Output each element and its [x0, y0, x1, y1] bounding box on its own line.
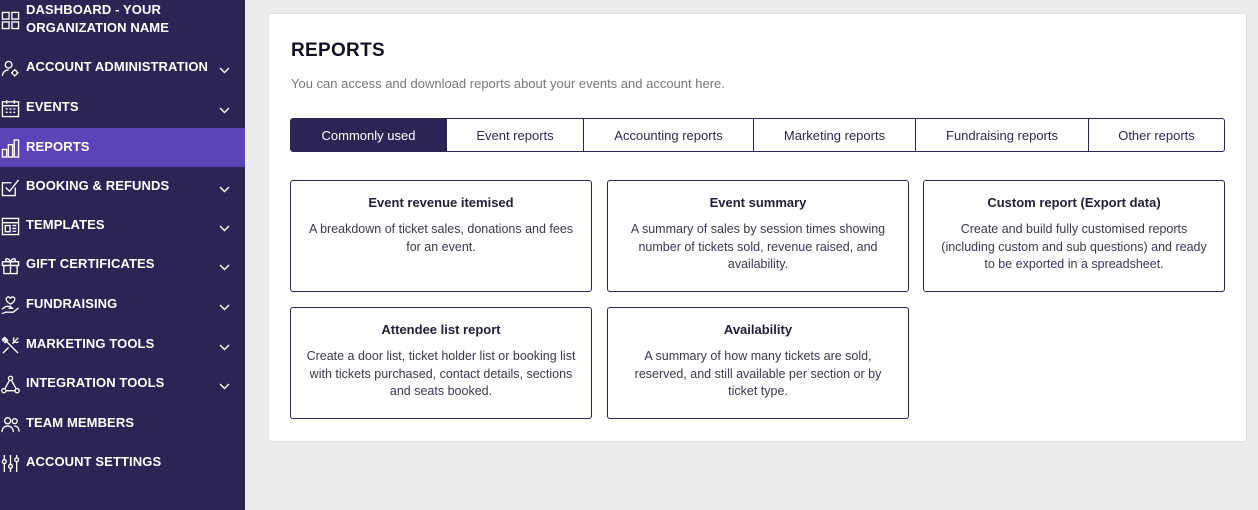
tab-marketing-reports[interactable]: Marketing reports [753, 119, 915, 151]
gift-icon [0, 255, 20, 275]
sidebar-item-label: REPORTS [26, 139, 90, 154]
calendar-icon [0, 98, 20, 118]
team-icon [0, 414, 20, 434]
sidebar-item-account-settings[interactable]: ACCOUNT SETTINGS [0, 445, 245, 481]
sidebar-item-label: TEAM MEMBERS [26, 415, 135, 430]
sidebar-item-marketing-tools[interactable]: MARKETING TOOLS [0, 327, 245, 363]
sidebar-item-label: DASHBOARD - YOUR ORGANIZATION NAME [26, 2, 170, 35]
sidebar: DASHBOARD - YOUR ORGANIZATION NAME ACCOU… [0, 0, 245, 510]
chevron-down-icon [218, 64, 230, 76]
sidebar-item-gift-certificates[interactable]: GIFT CERTIFICATES [0, 247, 245, 283]
sidebar-item-label: FUNDRAISING [26, 296, 118, 311]
sidebar-item-team-members[interactable]: TEAM MEMBERS [0, 406, 245, 442]
report-card-title: Availability [723, 322, 793, 337]
sidebar-item-label: TEMPLATES [26, 217, 105, 232]
report-card-attendee-list-report[interactable]: Attendee list report Create a door list,… [290, 307, 592, 419]
tools-icon [0, 335, 20, 355]
user-gear-icon [0, 58, 20, 78]
report-card-title: Custom report (Export data) [987, 195, 1161, 210]
chevron-down-icon [218, 380, 230, 392]
tab-commonly-used[interactable]: Commonly used [291, 119, 446, 151]
sidebar-item-label: EVENTS [26, 99, 79, 114]
reports-panel: REPORTS You can access and download repo… [268, 13, 1247, 442]
sidebar-item-templates[interactable]: TEMPLATES [0, 208, 245, 244]
report-card-event-summary[interactable]: Event summary A summary of sales by sess… [607, 180, 909, 292]
sidebar-item-label: BOOKING & REFUNDS [26, 178, 170, 193]
chevron-down-icon [218, 261, 230, 273]
sidebar-item-events[interactable]: EVENTS [0, 90, 245, 126]
report-card-description: Create and build fully customised report… [941, 222, 1207, 271]
sidebar-item-integration-tools[interactable]: INTEGRATION TOOLS [0, 366, 245, 402]
report-card-description: A summary of sales by session times show… [630, 222, 886, 271]
tab-fundraising-reports[interactable]: Fundraising reports [915, 119, 1088, 151]
report-card-title: Event revenue itemised [368, 195, 514, 210]
sidebar-item-label: ACCOUNT ADMINISTRATION [26, 59, 209, 74]
tab-other-reports[interactable]: Other reports [1088, 119, 1224, 151]
report-tabs: Commonly used Event reports Accounting r… [290, 118, 1225, 152]
sidebar-item-reports[interactable]: REPORTS [0, 128, 245, 167]
chevron-down-icon [218, 222, 230, 234]
sidebar-item-label: ACCOUNT SETTINGS [26, 454, 162, 469]
dashboard-icon [0, 10, 20, 30]
sidebar-item-fundraising[interactable]: FUNDRAISING [0, 287, 245, 323]
bar-chart-icon [0, 138, 20, 158]
report-card-description: A breakdown of ticket sales, donations a… [308, 222, 574, 254]
sidebar-item-account-administration[interactable]: ACCOUNT ADMINISTRATION [0, 50, 245, 86]
chevron-down-icon [218, 301, 230, 313]
sidebar-item-booking-refunds[interactable]: BOOKING & REFUNDS [0, 169, 245, 205]
chevron-down-icon [218, 104, 230, 116]
sliders-icon [0, 453, 20, 473]
network-icon [0, 374, 20, 394]
report-card-availability[interactable]: Availability A summary of how many ticke… [607, 307, 909, 419]
report-card-description: Create a door list, ticket holder list o… [306, 349, 576, 398]
report-card-title: Event summary [709, 195, 807, 210]
hand-heart-icon [0, 295, 20, 315]
report-card-event-revenue-itemised[interactable]: Event revenue itemised A breakdown of ti… [290, 180, 592, 292]
sidebar-item-label: GIFT CERTIFICATES [26, 256, 155, 271]
report-card-custom-report[interactable]: Custom report (Export data) Create and b… [923, 180, 1225, 292]
checkbox-icon [0, 177, 20, 197]
sidebar-item-label: INTEGRATION TOOLS [26, 375, 165, 390]
chevron-down-icon [218, 341, 230, 353]
chevron-down-icon [218, 183, 230, 195]
tab-accounting-reports[interactable]: Accounting reports [583, 119, 753, 151]
sidebar-item-dashboard[interactable]: DASHBOARD - YOUR ORGANIZATION NAME [0, 0, 245, 40]
template-icon [0, 216, 20, 236]
report-card-description: A summary of how many tickets are sold, … [634, 349, 882, 398]
sidebar-item-label: MARKETING TOOLS [26, 336, 155, 351]
tab-event-reports[interactable]: Event reports [446, 119, 583, 151]
page-title: REPORTS [291, 40, 385, 61]
report-card-title: Attendee list report [381, 322, 501, 337]
page-subtitle: You can access and download reports abou… [291, 76, 725, 91]
